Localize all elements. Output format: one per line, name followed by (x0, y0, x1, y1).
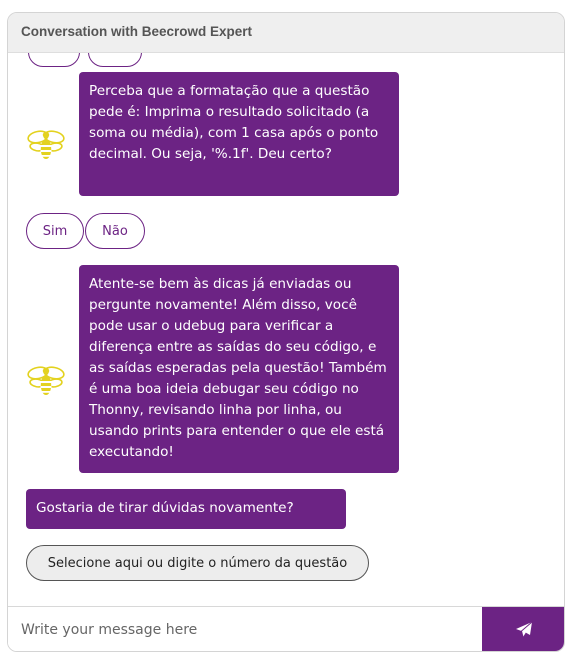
chat-title: Conversation with Beecrowd Expert (21, 24, 253, 39)
bot-message-bubble: Atente-se bem às dicas já enviadas ou pe… (79, 265, 399, 473)
bot-message-bubble: Perceba que a formatação que a questão p… (79, 72, 399, 196)
message-text: Gostaria de tirar dúvidas novamente? (36, 500, 294, 516)
message-input[interactable] (8, 607, 482, 651)
select-question-button[interactable]: Selecione aqui ou digite o número da que… (26, 545, 369, 581)
send-button[interactable] (482, 607, 564, 651)
previous-choice-button[interactable] (28, 53, 80, 67)
chat-window: Conversation with Beecrowd Expert Perceb… (7, 12, 565, 652)
yes-button[interactable]: Sim (26, 213, 84, 249)
bee-icon (27, 130, 65, 159)
message-text: Atente-se bem às dicas já enviadas ou pe… (89, 276, 387, 460)
bot-message-bubble: Gostaria de tirar dúvidas novamente? (26, 489, 346, 529)
bee-icon (27, 366, 65, 395)
no-button[interactable]: Não (85, 213, 145, 249)
paper-plane-icon (516, 621, 533, 637)
message-input-bar (8, 606, 564, 651)
message-list[interactable]: Perceba que a formatação que a questão p… (8, 53, 564, 606)
previous-choice-button[interactable] (88, 53, 142, 67)
message-text: Perceba que a formatação que a questão p… (89, 83, 379, 162)
chat-header: Conversation with Beecrowd Expert (8, 13, 564, 53)
